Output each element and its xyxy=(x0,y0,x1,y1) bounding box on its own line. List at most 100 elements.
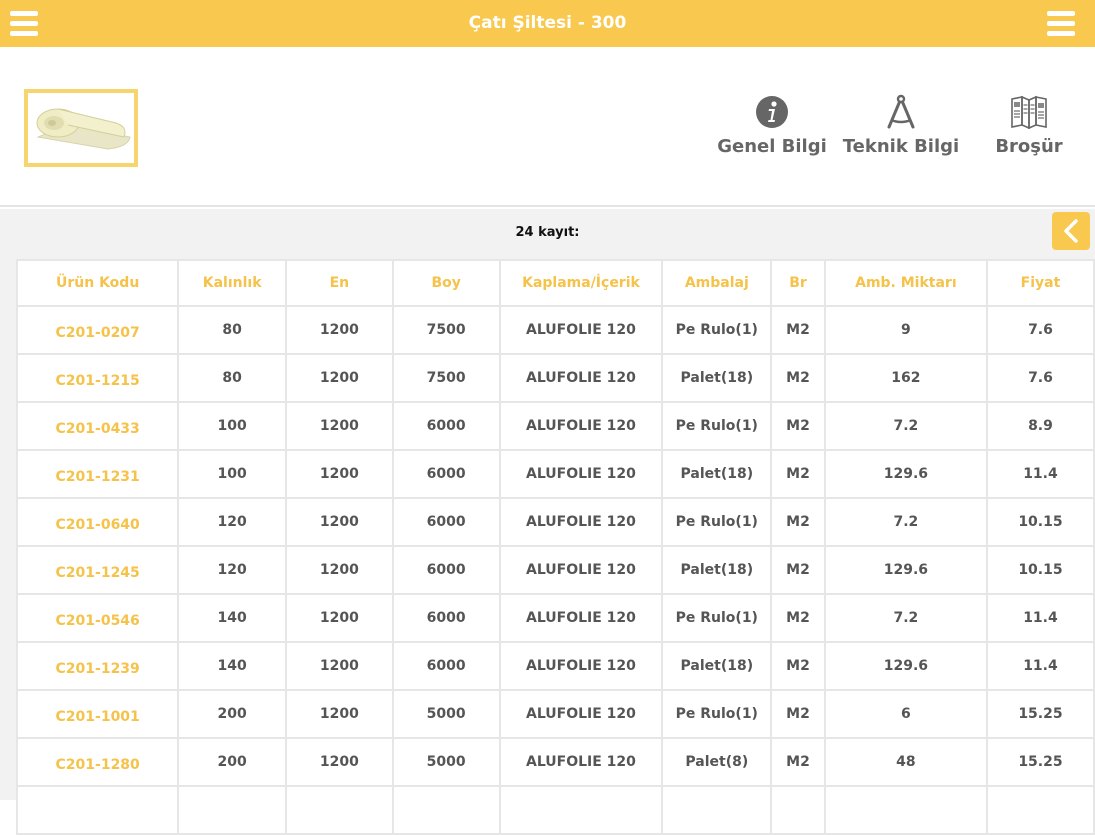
table-cell: 48 xyxy=(823,737,988,787)
table-cell: 1200 xyxy=(285,593,394,643)
table-cell: Palet(18) xyxy=(661,545,773,595)
column-header[interactable]: En xyxy=(285,259,394,307)
column-header[interactable]: Kalınlık xyxy=(177,259,287,307)
table-row[interactable] xyxy=(15,785,1095,835)
column-header[interactable]: Amb. Miktarı xyxy=(823,259,988,307)
column-header[interactable]: Br xyxy=(770,259,826,307)
table-cell: ALUFOLIE 120 xyxy=(498,545,664,595)
table-row[interactable]: C201-1280 200 1200 5000 ALUFOLIE 120 Palet(8)… xyxy=(15,737,1095,787)
back-button[interactable] xyxy=(1052,212,1090,250)
table-cell: 1200 xyxy=(285,689,394,739)
table-row[interactable]: C201-1001 200 1200 5000 ALUFOLIE 120 Pe Rulo(… xyxy=(15,689,1095,739)
table-cell: M2 xyxy=(770,497,826,547)
column-header[interactable]: Ambalaj xyxy=(661,259,773,307)
table-cell: Pe Rulo(1) xyxy=(661,689,773,739)
table-cell: Palet(18) xyxy=(661,449,773,499)
table-cell: 7.2 xyxy=(823,497,988,547)
product-thumbnail[interactable] xyxy=(24,89,138,167)
table-cell: 11.4 xyxy=(985,641,1095,691)
table-row[interactable]: C201-0207 80 1200 7500 ALUFOLIE 120 Pe Rulo(1… xyxy=(15,305,1095,355)
table-row[interactable]: C201-1215 80 1200 7500 ALUFOLIE 120 Palet(18)… xyxy=(15,353,1095,403)
table-cell: 80 xyxy=(177,353,287,403)
general-info-button[interactable]: Genel Bilgi xyxy=(716,92,828,157)
column-header[interactable]: Ürün Kodu xyxy=(15,259,180,307)
table-cell: 6000 xyxy=(391,401,501,451)
table-cell: 15.25 xyxy=(985,689,1095,739)
menu-icon-right[interactable] xyxy=(1047,9,1075,37)
product-code-link[interactable]: C201-0433 xyxy=(15,401,180,451)
product-code-link[interactable]: C201-0207 xyxy=(15,305,180,355)
table-cell: Palet(8) xyxy=(661,737,773,787)
table-cell: 1200 xyxy=(285,353,394,403)
product-code-link[interactable]: C201-0640 xyxy=(15,497,180,547)
table-cell: ALUFOLIE 120 xyxy=(498,497,664,547)
product-code-link[interactable]: C201-1001 xyxy=(15,689,180,739)
table-header-row: Ürün Kodu Kalınlık En Boy Kaplama/İçerik… xyxy=(15,259,1095,307)
table-cell: 7.2 xyxy=(823,593,988,643)
table-cell: 1200 xyxy=(285,401,394,451)
table-cell: 100 xyxy=(177,401,287,451)
product-code-link[interactable]: C201-1280 xyxy=(15,737,180,787)
table-cell: 15.25 xyxy=(985,737,1095,787)
column-header[interactable]: Boy xyxy=(391,259,501,307)
technical-info-button[interactable]: Teknik Bilgi xyxy=(842,92,960,157)
table-cell: M2 xyxy=(770,641,826,691)
table-cell xyxy=(661,785,773,835)
table-row[interactable]: C201-1245 120 1200 6000 ALUFOLIE 120 Palet(18… xyxy=(15,545,1095,595)
table-cell: 7.2 xyxy=(823,401,988,451)
table-cell: 6000 xyxy=(391,497,501,547)
table-cell: 7500 xyxy=(391,353,501,403)
column-header[interactable]: Kaplama/İçerik xyxy=(498,259,664,307)
table-cell: ALUFOLIE 120 xyxy=(498,449,664,499)
top-bar: Çatı Şiltesi - 300 xyxy=(0,0,1095,47)
table-cell: 200 xyxy=(177,737,287,787)
table-cell: 9 xyxy=(823,305,988,355)
table-row[interactable]: C201-0546 140 1200 6000 ALUFOLIE 120 Pe Rulo(… xyxy=(15,593,1095,643)
product-code-link[interactable]: C201-0546 xyxy=(15,593,180,643)
table-cell: 140 xyxy=(177,593,287,643)
table-cell xyxy=(177,785,287,835)
table-cell: ALUFOLIE 120 xyxy=(498,401,664,451)
table-cell xyxy=(285,785,394,835)
table-cell: ALUFOLIE 120 xyxy=(498,689,664,739)
table-cell: M2 xyxy=(770,305,826,355)
table-cell: ALUFOLIE 120 xyxy=(498,593,664,643)
table-cell: 6000 xyxy=(391,545,501,595)
table-row[interactable]: C201-0640 120 1200 6000 ALUFOLIE 120 Pe Rulo(… xyxy=(15,497,1095,547)
table-cell: 11.4 xyxy=(985,449,1095,499)
general-info-label: Genel Bilgi xyxy=(717,136,827,157)
brochure-button[interactable]: Broşür xyxy=(990,92,1068,157)
table-cell: M2 xyxy=(770,545,826,595)
record-count: 24 kayıt: xyxy=(515,225,580,240)
table-cell: M2 xyxy=(770,737,826,787)
chevron-left-icon xyxy=(1064,219,1078,243)
table-cell: 11.4 xyxy=(985,593,1095,643)
table-cell: 10.15 xyxy=(985,497,1095,547)
table-cell: 140 xyxy=(177,641,287,691)
table-cell: Palet(18) xyxy=(661,353,773,403)
product-code-link[interactable]: C201-1231 xyxy=(15,449,180,499)
table-cell: M2 xyxy=(770,401,826,451)
table-row[interactable]: C201-0433 100 1200 6000 ALUFOLIE 120 Pe Rulo(… xyxy=(15,401,1095,451)
product-code-link[interactable]: C201-1245 xyxy=(15,545,180,595)
table-cell: 5000 xyxy=(391,689,501,739)
table-cell: 129.6 xyxy=(823,545,988,595)
product-code-link[interactable] xyxy=(15,785,180,835)
table-cell: ALUFOLIE 120 xyxy=(498,305,664,355)
brochure-icon xyxy=(990,92,1068,132)
table-row[interactable]: C201-1231 100 1200 6000 ALUFOLIE 120 Palet(18… xyxy=(15,449,1095,499)
table-cell: 120 xyxy=(177,545,287,595)
info-icon xyxy=(716,92,828,132)
product-code-link[interactable]: C201-1239 xyxy=(15,641,180,691)
product-code-link[interactable]: C201-1215 xyxy=(15,353,180,403)
column-header[interactable]: Fiyat xyxy=(985,259,1095,307)
table-cell: 5000 xyxy=(391,737,501,787)
table-cell: 80 xyxy=(177,305,287,355)
table-cell: 6000 xyxy=(391,449,501,499)
table-cell: 7500 xyxy=(391,305,501,355)
table-cell: M2 xyxy=(770,593,826,643)
table-cell: 7.6 xyxy=(985,305,1095,355)
table-cell: 129.6 xyxy=(823,449,988,499)
table-cell: 1200 xyxy=(285,449,394,499)
table-row[interactable]: C201-1239 140 1200 6000 ALUFOLIE 120 Palet(18… xyxy=(15,641,1095,691)
